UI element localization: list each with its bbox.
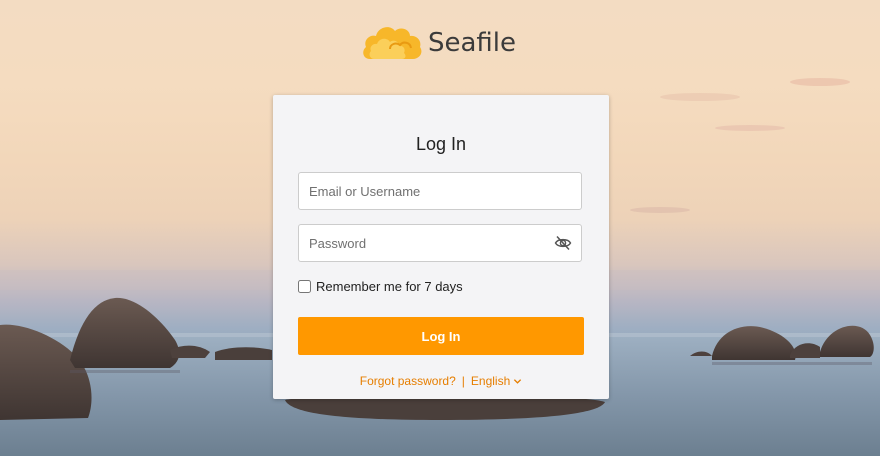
footer-separator: |	[461, 374, 465, 388]
login-page: Seafile Log In Remember me for 7 days Lo…	[0, 0, 880, 456]
login-card: Log In Remember me for 7 days Log In For…	[273, 95, 609, 399]
login-button[interactable]: Log In	[298, 317, 584, 355]
password-field[interactable]	[298, 224, 582, 262]
app-name: Seafile	[428, 28, 517, 58]
language-label: English	[470, 374, 511, 388]
login-footer: Forgot password? | English	[273, 374, 609, 388]
chevron-down-icon	[514, 379, 522, 385]
seafile-logo[interactable]: Seafile	[360, 20, 516, 66]
username-input[interactable]	[299, 173, 559, 209]
username-field[interactable]	[298, 172, 582, 210]
cloud-logo-icon	[363, 27, 422, 59]
remember-me[interactable]: Remember me for 7 days	[298, 279, 463, 294]
login-title: Log In	[415, 134, 467, 154]
eye-slash-icon[interactable]	[554, 235, 572, 251]
language-selector[interactable]: English	[471, 374, 522, 388]
remember-me-label: Remember me for 7 days	[316, 279, 463, 294]
forgot-password-link[interactable]: Forgot password?	[360, 374, 456, 388]
remember-me-checkbox[interactable]	[298, 280, 311, 293]
password-input[interactable]	[299, 225, 559, 261]
